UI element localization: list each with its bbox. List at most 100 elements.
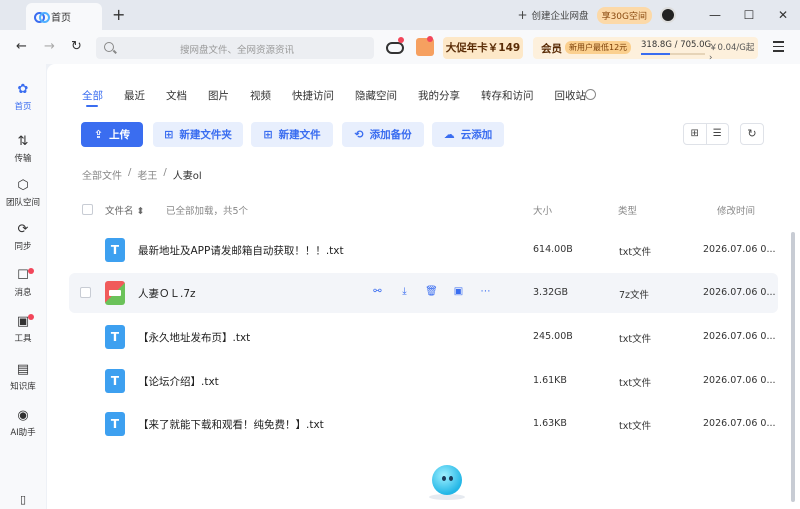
- upload-icon: ⇪: [93, 128, 104, 141]
- nav-ai-assistant[interactable]: ◉ AI助手: [0, 408, 46, 438]
- back-arrow-icon[interactable]: ←: [16, 39, 27, 54]
- file-modified: 2026.07.06 0...: [703, 331, 776, 342]
- breadcrumb: 全部文件 / 老王 / 人妻ol: [82, 167, 202, 182]
- create-enterprise-button[interactable]: + 创建企业网盘: [517, 8, 588, 22]
- menu-icon[interactable]: [773, 41, 784, 55]
- breadcrumb-root[interactable]: 全部文件: [82, 167, 122, 182]
- file-row[interactable]: 人妻ＯＬ.7z ⚯ ⤓ 🗑 ▣ ⋯ 3.32GB 7z文件 2026.07.06…: [69, 273, 778, 313]
- file-name[interactable]: 【永久地址发布页】.txt: [138, 330, 250, 345]
- tab-recent[interactable]: 最近: [124, 88, 145, 103]
- nav-sync[interactable]: ⟳ 同步: [0, 222, 46, 252]
- vip-offer-badge: 新用户最低12元: [565, 41, 632, 54]
- minimize-button[interactable]: —: [698, 8, 732, 22]
- nav-device[interactable]: ▯: [0, 492, 46, 509]
- row-checkbox[interactable]: [80, 287, 91, 298]
- promo-annual-card[interactable]: 大促年卡￥149: [443, 37, 523, 59]
- file-name[interactable]: 【论坛介绍】.txt: [138, 374, 219, 389]
- list-view-icon[interactable]: ☰: [707, 124, 729, 144]
- column-modified[interactable]: 修改时间: [717, 203, 755, 217]
- cloud-icon: ☁: [443, 128, 455, 141]
- notification-dot: [398, 37, 404, 43]
- cloud-add-button[interactable]: ☁ 云添加: [432, 122, 504, 147]
- category-tabs: 全部 最近 文档 图片 视频 快捷访问 隐藏空间 我的分享 转存和访问 回收站: [82, 88, 607, 107]
- select-all-checkbox[interactable]: [82, 204, 93, 215]
- tab-home[interactable]: 首页: [26, 3, 102, 30]
- scrollbar[interactable]: [791, 232, 795, 502]
- tab-quick-access[interactable]: 快捷访问: [292, 88, 334, 103]
- nav-label: AI助手: [10, 428, 36, 438]
- tab-all[interactable]: 全部: [82, 88, 103, 107]
- folder-plus-icon: ⊞: [164, 128, 174, 141]
- new-folder-button[interactable]: ⊞ 新建文件夹: [153, 122, 243, 147]
- file-name[interactable]: 人妻ＯＬ.7z: [138, 286, 196, 301]
- new-tab-button[interactable]: +: [112, 5, 125, 24]
- tab-home-label: 首页: [51, 13, 71, 24]
- download-icon[interactable]: ⤓: [398, 285, 411, 298]
- notification-dot: [28, 314, 34, 320]
- file-row[interactable]: T 【论坛介绍】.txt 1.61KB txt文件 2026.07.06 0..…: [69, 361, 778, 401]
- sort-icon: ⬍: [136, 206, 145, 217]
- nav-tools[interactable]: ▣ 工具: [0, 314, 46, 344]
- refresh-list-icon[interactable]: ↻: [740, 123, 764, 145]
- file-row[interactable]: T 【来了就能下载和观看！纯免费！】.txt 1.63KB txt文件 2026…: [69, 404, 778, 444]
- tab-images[interactable]: 图片: [208, 88, 229, 103]
- delete-icon[interactable]: 🗑: [425, 285, 438, 298]
- nav-label: 团队空间: [5, 198, 40, 208]
- new-file-label: 新建文件: [278, 129, 321, 141]
- column-name[interactable]: 文件名 ⬍: [105, 203, 145, 217]
- tab-recycle-bin[interactable]: 回收站: [555, 88, 587, 103]
- storage-quota: 318.8G / 705.0G: [641, 40, 712, 50]
- storage-progress-fill: [641, 53, 670, 55]
- column-type[interactable]: 类型: [618, 203, 637, 217]
- nav-label: 首页: [14, 102, 32, 112]
- tab-saved-visited[interactable]: 转存和访问: [481, 88, 534, 103]
- file-plus-icon: ⊞: [263, 128, 273, 141]
- upload-button[interactable]: ⇪ 上传: [81, 122, 143, 147]
- share-icon[interactable]: ⚯: [371, 285, 384, 298]
- grid-view-icon[interactable]: ⊞: [684, 124, 707, 144]
- file-row[interactable]: T 最新地址及APP请发邮箱自动获取！！！.txt 614.00B txt文件 …: [69, 230, 778, 270]
- breadcrumb-current: 人妻ol: [172, 171, 202, 182]
- nav-label: 工具: [14, 334, 32, 344]
- file-type: txt文件: [619, 247, 652, 258]
- maximize-button[interactable]: ☐: [732, 8, 766, 22]
- add-backup-label: 添加备份: [369, 129, 412, 141]
- file-row[interactable]: T 【永久地址发布页】.txt 245.00B txt文件 2026.07.06…: [69, 317, 778, 357]
- storage-progress: [641, 53, 705, 55]
- vip-panel[interactable]: 会员 新用户最低12元 318.8G / 705.0G ￥0.04/G起 ›: [533, 37, 758, 63]
- nav-knowledge-base[interactable]: ▤ 知识库: [0, 362, 46, 392]
- game-controller-icon[interactable]: [386, 42, 404, 54]
- nav-transfer[interactable]: ⇅ 传输: [0, 134, 46, 164]
- txt-file-icon: T: [105, 238, 125, 262]
- row-actions: ⚯ ⤓ 🗑 ▣ ⋯: [371, 285, 492, 298]
- file-type: 7z文件: [619, 290, 650, 301]
- new-file-button[interactable]: ⊞ 新建文件: [251, 122, 333, 147]
- column-size[interactable]: 大小: [533, 203, 552, 217]
- add-backup-button[interactable]: ⟲ 添加备份: [342, 122, 424, 147]
- file-type: txt文件: [619, 421, 652, 432]
- breadcrumb-parent[interactable]: 老王: [137, 167, 157, 182]
- main-panel: 全部 最近 文档 图片 视频 快捷访问 隐藏空间 我的分享 转存和访问 回收站 …: [47, 64, 800, 509]
- tab-videos[interactable]: 视频: [250, 88, 271, 103]
- tab-documents[interactable]: 文档: [166, 88, 187, 103]
- file-size: 3.32GB: [533, 287, 569, 298]
- nav-team-space[interactable]: ⬡ 团队空间: [0, 178, 46, 208]
- more-icon[interactable]: ⋯: [479, 285, 492, 298]
- close-button[interactable]: ✕: [766, 8, 800, 22]
- refresh-icon[interactable]: ↻: [71, 39, 82, 54]
- assistant-mascot-icon[interactable]: [432, 465, 462, 495]
- avatar[interactable]: [660, 7, 676, 23]
- tabs-settings-icon[interactable]: [585, 89, 596, 100]
- tab-hidden-space[interactable]: 隐藏空间: [355, 88, 397, 103]
- file-name[interactable]: 最新地址及APP请发邮箱自动获取！！！.txt: [138, 243, 344, 258]
- file-name[interactable]: 【来了就能下载和观看！纯免费！】.txt: [138, 417, 324, 432]
- tab-my-shares[interactable]: 我的分享: [418, 88, 460, 103]
- nav-message[interactable]: ☐ 消息: [0, 268, 46, 298]
- search-input[interactable]: 搜网盘文件、全网资源资讯: [96, 37, 374, 59]
- save-icon[interactable]: ▣: [452, 285, 465, 298]
- team-space-icon: ⬡: [17, 178, 29, 193]
- forward-arrow-icon[interactable]: →: [44, 39, 55, 54]
- space-badge[interactable]: 享30G空间: [596, 6, 652, 24]
- search-icon: [104, 42, 114, 52]
- nav-home[interactable]: ✿ 首页: [0, 82, 46, 112]
